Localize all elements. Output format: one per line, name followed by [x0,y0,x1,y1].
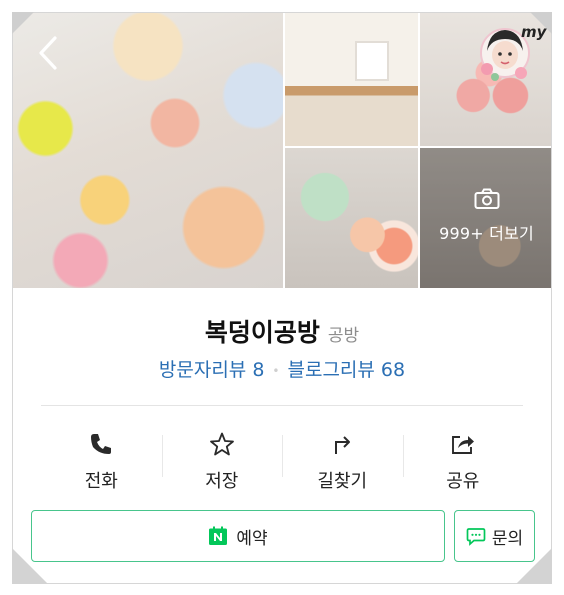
place-card: 999+ 더보기 my 복덩이공방 공방 방문자리뷰 8 • 블로그리뷰 68 [12,12,552,584]
gallery-photo-room[interactable] [285,13,418,146]
visitor-review-link[interactable]: 방문자리뷰 8 [159,359,265,381]
more-photos-label: 999+ 더보기 [439,224,534,243]
save-button[interactable]: 저장 [161,421,283,501]
photo-gallery: 999+ 더보기 my [13,13,551,288]
place-name: 복덩이공방 [204,318,320,347]
corner-fold [530,12,552,34]
gallery-photo-ornaments[interactable] [285,148,418,288]
directions-icon [335,436,351,454]
inquiry-label: 문의 [491,528,524,549]
directions-button[interactable]: 길찾기 [282,421,403,501]
naver-booking-icon [209,526,228,545]
share-icon [451,436,474,454]
chat-icon [466,528,486,546]
review-links: 방문자리뷰 8 • 블로그리뷰 68 [13,355,551,382]
directions-label: 길찾기 [317,471,368,492]
save-label: 저장 [205,471,239,492]
place-category: 공방 [327,326,360,346]
action-bar: 전화 저장 길찾기 공유 [41,421,523,501]
corner-fold [12,548,48,584]
share-button[interactable]: 공유 [402,421,524,501]
place-title-row: 복덩이공방 공방 [13,313,551,349]
phone-icon [91,434,112,454]
blog-review-link[interactable]: 블로그리뷰 68 [287,359,405,381]
back-arrow-icon[interactable] [37,35,59,71]
corner-fold [516,548,552,584]
review-separator: • [272,363,280,378]
call-label: 전화 [84,471,118,492]
share-label: 공유 [446,471,480,492]
corner-fold [12,12,34,34]
call-button[interactable]: 전화 [41,421,162,501]
divider [41,405,523,406]
star-icon [209,432,234,456]
reserve-label: 예약 [236,528,268,549]
more-photos-tile[interactable]: 999+ 더보기 [420,148,551,288]
camera-icon [474,188,499,209]
reserve-button[interactable]: 예약 [31,510,445,562]
